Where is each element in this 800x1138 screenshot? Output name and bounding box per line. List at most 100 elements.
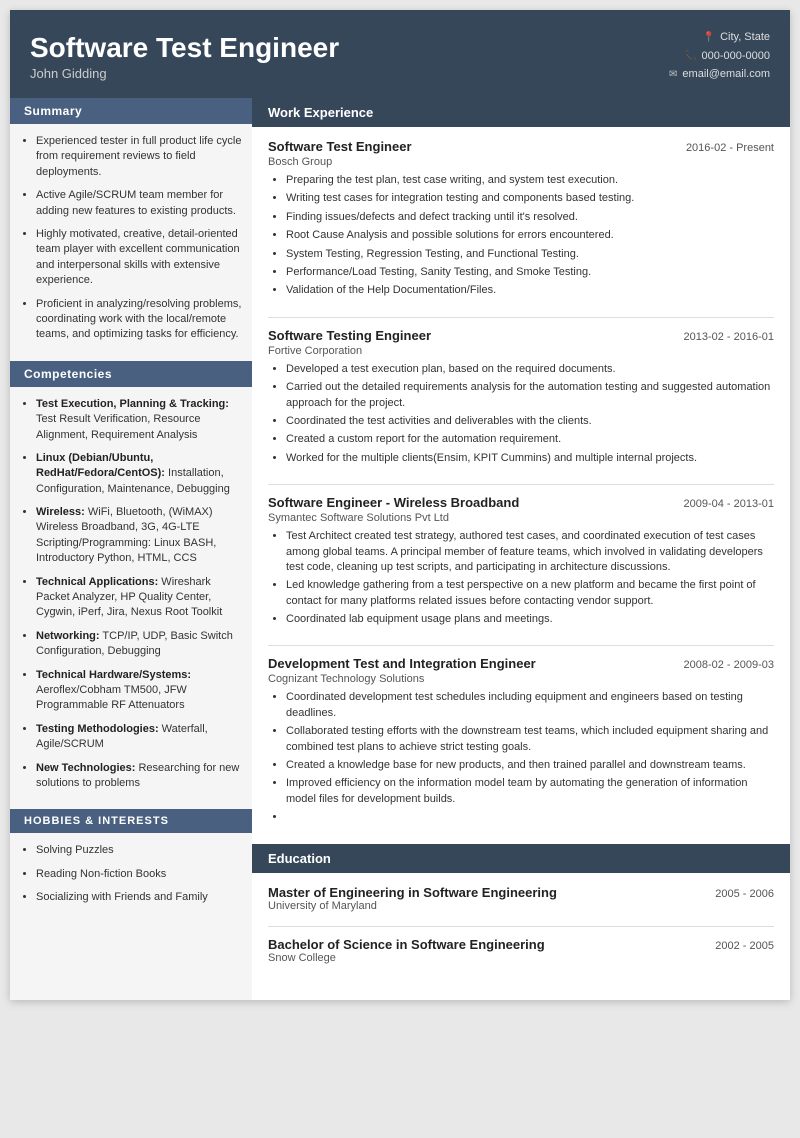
header-contact: 📍 City, State 📞 000-000-0000 ✉ email@ema… xyxy=(669,28,770,84)
job-bullets-4: Coordinated development test schedules i… xyxy=(268,690,774,825)
bullet: Coordinated lab equipment usage plans an… xyxy=(286,612,774,627)
hobbies-section: HOBBIES & INTERESTS Solving Puzzles Read… xyxy=(10,809,252,905)
job-bullets-1: Preparing the test plan, test case writi… xyxy=(268,173,774,299)
edu-school-1: University of Maryland xyxy=(268,900,774,912)
competency-item: Testing Methodologies: Waterfall, Agile/… xyxy=(36,722,242,753)
hobbies-heading: HOBBIES & INTERESTS xyxy=(10,809,252,833)
job-dates-2: 2013-02 - 2016-01 xyxy=(683,331,774,343)
summary-item: Experienced tester in full product life … xyxy=(36,134,242,180)
main-content: Work Experience Software Test Engineer 2… xyxy=(252,98,790,1000)
hobby-item: Solving Puzzles xyxy=(36,843,242,858)
competency-item: Networking: TCP/IP, UDP, Basic Switch Co… xyxy=(36,629,242,660)
job-company-1: Bosch Group xyxy=(268,156,774,168)
phone-icon: 📞 xyxy=(684,48,696,65)
divider xyxy=(268,645,774,646)
edu-school-2: Snow College xyxy=(268,952,774,964)
bullet: Coordinated the test activities and deli… xyxy=(286,414,774,429)
education-content: Master of Engineering in Software Engine… xyxy=(252,885,790,964)
edu-header-2: Bachelor of Science in Software Engineer… xyxy=(268,937,774,952)
job-header-2: Software Testing Engineer 2013-02 - 2016… xyxy=(268,328,774,343)
job-header-1: Software Test Engineer 2016-02 - Present xyxy=(268,139,774,154)
edu-degree-2: Bachelor of Science in Software Engineer… xyxy=(268,937,545,952)
bullet: Collaborated testing efforts with the do… xyxy=(286,724,774,755)
divider xyxy=(268,484,774,485)
divider xyxy=(268,317,774,318)
edu-entry-1: Master of Engineering in Software Engine… xyxy=(268,885,774,912)
candidate-name: Software Test Engineer xyxy=(30,32,339,64)
competencies-section: Competencies Test Execution, Planning & … xyxy=(10,361,252,792)
work-experience-section: Work Experience Software Test Engineer 2… xyxy=(252,98,790,826)
bullet: Led knowledge gathering from a test pers… xyxy=(286,578,774,609)
bullet: System Testing, Regression Testing, and … xyxy=(286,247,774,262)
summary-section: Summary Experienced tester in full produ… xyxy=(10,98,252,343)
job-company-3: Symantec Software Solutions Pvt Ltd xyxy=(268,512,774,524)
bullet: Preparing the test plan, test case writi… xyxy=(286,173,774,188)
email-icon: ✉ xyxy=(669,66,677,83)
job-entry-1: Software Test Engineer 2016-02 - Present… xyxy=(268,139,774,299)
bullet: Root Cause Analysis and possible solutio… xyxy=(286,228,774,243)
education-section: Education Master of Engineering in Softw… xyxy=(252,844,790,964)
job-bullets-3: Test Architect created test strategy, au… xyxy=(268,529,774,627)
competency-item: Technical Hardware/Systems: Aeroflex/Cob… xyxy=(36,668,242,714)
summary-item: Active Agile/SCRUM team member for addin… xyxy=(36,188,242,219)
bullet: Developed a test execution plan, based o… xyxy=(286,362,774,377)
resume-page: Software Test Engineer John Gidding 📍 Ci… xyxy=(10,10,790,1000)
header: Software Test Engineer John Gidding 📍 Ci… xyxy=(10,10,790,98)
edu-entry-2: Bachelor of Science in Software Engineer… xyxy=(268,937,774,964)
competency-item: Technical Applications: Wireshark Packet… xyxy=(36,575,242,621)
divider xyxy=(268,926,774,927)
job-company-2: Fortive Corporation xyxy=(268,345,774,357)
location-icon: 📍 xyxy=(703,29,715,46)
job-company-4: Cognizant Technology Solutions xyxy=(268,673,774,685)
competency-item: New Technologies: Researching for new so… xyxy=(36,761,242,792)
job-title-2: Software Testing Engineer xyxy=(268,328,431,343)
summary-item: Highly motivated, creative, detail-orien… xyxy=(36,227,242,289)
bullet: Coordinated development test schedules i… xyxy=(286,690,774,721)
bullet: Worked for the multiple clients(Ensim, K… xyxy=(286,451,774,466)
competency-item: Wireless: WiFi, Bluetooth, (WiMAX) Wirel… xyxy=(36,505,242,567)
summary-list: Experienced tester in full product life … xyxy=(10,134,252,343)
contact-city: 📍 City, State xyxy=(669,28,770,47)
job-entry-4: Development Test and Integration Enginee… xyxy=(268,656,774,825)
edu-dates-1: 2005 - 2006 xyxy=(715,888,774,900)
contact-phone: 📞 000-000-0000 xyxy=(669,47,770,66)
job-dates-1: 2016-02 - Present xyxy=(686,142,774,154)
bullet: Created a knowledge base for new product… xyxy=(286,758,774,773)
job-dates-3: 2009-04 - 2013-01 xyxy=(683,498,774,510)
work-experience-content: Software Test Engineer 2016-02 - Present… xyxy=(252,139,790,826)
job-title-3: Software Engineer - Wireless Broadband xyxy=(268,495,519,510)
job-title-1: Software Test Engineer xyxy=(268,139,412,154)
bullet: Performance/Load Testing, Sanity Testing… xyxy=(286,265,774,280)
candidate-subtitle: John Gidding xyxy=(30,66,339,81)
job-title-4: Development Test and Integration Enginee… xyxy=(268,656,536,671)
bullet: Validation of the Help Documentation/Fil… xyxy=(286,283,774,298)
competency-item: Linux (Debian/Ubuntu, RedHat/Fedora/Cent… xyxy=(36,451,242,497)
job-header-3: Software Engineer - Wireless Broadband 2… xyxy=(268,495,774,510)
education-heading: Education xyxy=(252,844,790,873)
competency-item: Test Execution, Planning & Tracking: Tes… xyxy=(36,397,242,443)
bullet: Finding issues/defects and defect tracki… xyxy=(286,210,774,225)
contact-email: ✉ email@email.com xyxy=(669,65,770,84)
bullet: Test Architect created test strategy, au… xyxy=(286,529,774,575)
work-experience-heading: Work Experience xyxy=(252,98,790,127)
edu-degree-1: Master of Engineering in Software Engine… xyxy=(268,885,557,900)
hobby-item: Socializing with Friends and Family xyxy=(36,890,242,905)
sidebar: Summary Experienced tester in full produ… xyxy=(10,98,252,1000)
job-bullets-2: Developed a test execution plan, based o… xyxy=(268,362,774,466)
bullet: Created a custom report for the automati… xyxy=(286,432,774,447)
job-dates-4: 2008-02 - 2009-03 xyxy=(683,659,774,671)
job-entry-2: Software Testing Engineer 2013-02 - 2016… xyxy=(268,328,774,466)
bullet xyxy=(286,810,774,825)
competencies-heading: Competencies xyxy=(10,361,252,387)
summary-item: Proficient in analyzing/resolving proble… xyxy=(36,297,242,343)
edu-dates-2: 2002 - 2005 xyxy=(715,940,774,952)
job-header-4: Development Test and Integration Enginee… xyxy=(268,656,774,671)
bullet: Improved efficiency on the information m… xyxy=(286,776,774,807)
edu-header-1: Master of Engineering in Software Engine… xyxy=(268,885,774,900)
bullet: Writing test cases for integration testi… xyxy=(286,191,774,206)
bullet: Carried out the detailed requirements an… xyxy=(286,380,774,411)
job-entry-3: Software Engineer - Wireless Broadband 2… xyxy=(268,495,774,627)
summary-heading: Summary xyxy=(10,98,252,124)
main-layout: Summary Experienced tester in full produ… xyxy=(10,98,790,1000)
header-left: Software Test Engineer John Gidding xyxy=(30,32,339,81)
